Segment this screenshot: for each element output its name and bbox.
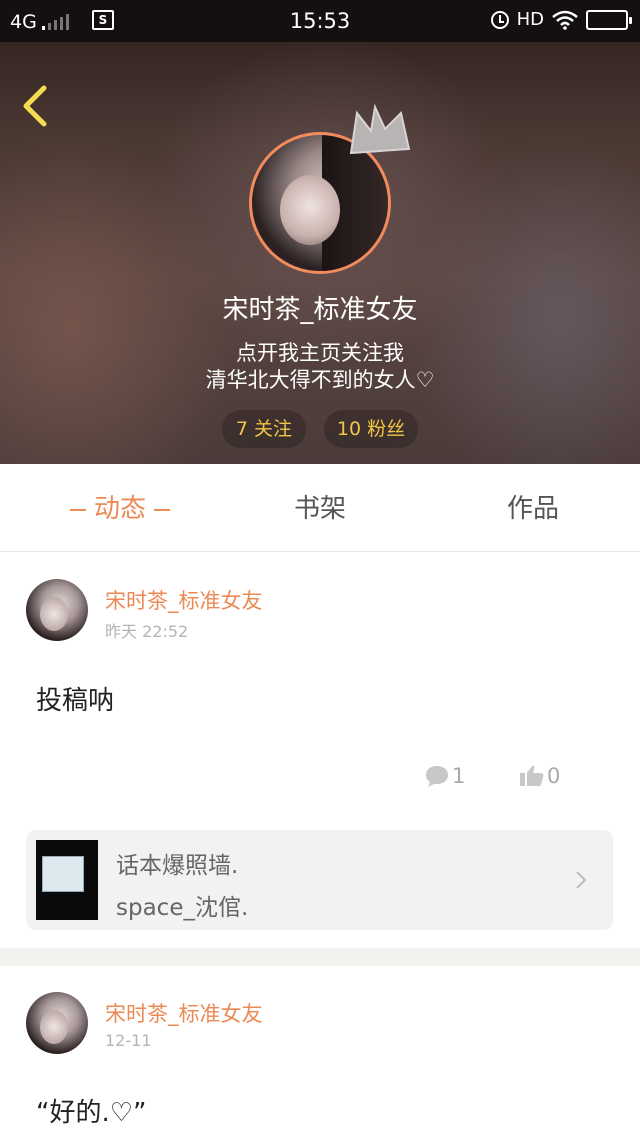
crown-icon <box>349 103 411 155</box>
thumbs-up-icon <box>520 765 544 786</box>
post-timestamp: 12-11 <box>105 1031 152 1050</box>
like-button[interactable]: 0 <box>519 764 560 788</box>
followers-button[interactable]: 10 粉丝 <box>324 410 418 448</box>
shared-thumbnail <box>36 840 98 920</box>
tab-indicator-left <box>69 508 86 511</box>
post-author-name[interactable]: 宋时茶_标准女友 <box>105 585 263 615</box>
tab-bookshelf-label: 书架 <box>293 494 346 524</box>
post-timestamp: 昨天 22:52 <box>105 622 189 641</box>
tab-works[interactable]: 作品 <box>433 464 633 552</box>
tab-dynamic-label: 动态 <box>93 494 146 524</box>
post-separator <box>0 948 640 966</box>
back-button[interactable] <box>16 84 56 128</box>
comment-button[interactable]: 1 <box>424 764 465 788</box>
avatar-face <box>40 1010 68 1044</box>
status-bar: 4G S 15:53 HD <box>0 0 640 42</box>
wifi-icon <box>552 10 578 30</box>
bio-line-1: 点开我主页关注我 <box>236 341 404 365</box>
thumbnail-screen <box>42 856 84 892</box>
profile-tabs: 动态 书架 作品 <box>0 464 640 552</box>
tab-works-label: 作品 <box>506 494 559 524</box>
following-button[interactable]: 7 关注 <box>222 410 306 448</box>
battery-icon <box>586 9 632 30</box>
shared-title: 话本爆照墙. <box>116 853 239 879</box>
tab-dynamic[interactable]: 动态 <box>20 464 220 552</box>
comment-icon <box>426 766 448 787</box>
avatar-face <box>280 175 340 245</box>
comment-count: 1 <box>452 764 466 788</box>
shared-subtitle: space_沈倌. <box>116 895 249 921</box>
post-author-avatar[interactable] <box>26 579 88 641</box>
like-count: 0 <box>547 764 561 788</box>
profile-name: 宋时茶_标准女友 <box>222 295 418 325</box>
tab-indicator-right <box>154 508 170 511</box>
profile-bio: 点开我主页关注我 清华北大得不到的女人♡ <box>0 340 640 394</box>
post-author-avatar[interactable] <box>26 992 88 1054</box>
shared-link-card[interactable]: 话本爆照墙. space_沈倌. <box>26 830 613 930</box>
bio-line-2: 清华北大得不到的女人♡ <box>205 368 435 392</box>
post-author-name[interactable]: 宋时茶_标准女友 <box>105 998 263 1028</box>
alarm-icon <box>490 10 509 29</box>
avatar-face <box>40 597 68 631</box>
status-icons: HD <box>490 9 632 30</box>
post-content: “好的.♡” <box>36 1098 147 1128</box>
chevron-right-icon <box>576 871 587 889</box>
profile-header: 4G S 15:53 HD 宋时茶_标准女友 点开我主页关注我 清华北大得不到的… <box>0 0 640 464</box>
post-content: 投稿呐 <box>36 686 115 716</box>
hd-label: HD <box>516 9 544 30</box>
tab-bookshelf[interactable]: 书架 <box>220 464 420 552</box>
